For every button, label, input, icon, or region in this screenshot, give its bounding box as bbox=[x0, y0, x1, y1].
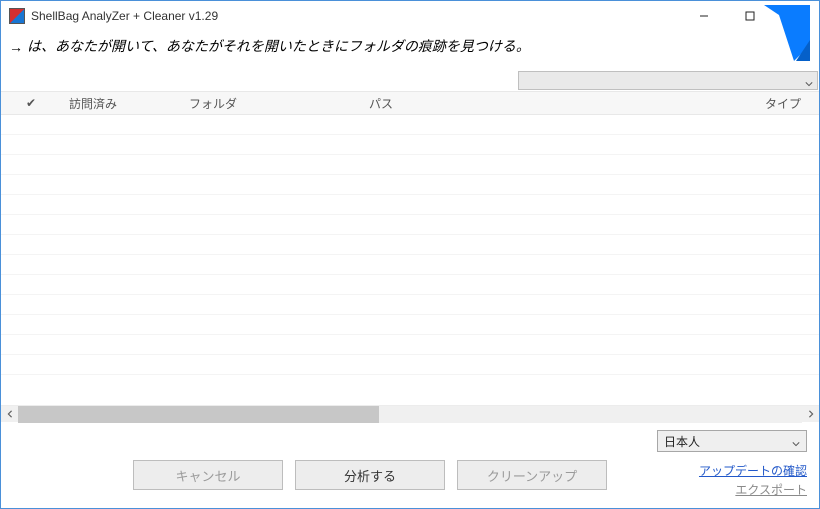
links: アップデートの確認 エクスポート bbox=[699, 460, 807, 498]
chevron-down-icon bbox=[805, 77, 813, 85]
corner-decoration bbox=[754, 5, 810, 61]
scroll-left-icon[interactable] bbox=[1, 406, 18, 423]
col-visited[interactable]: 訪問済み bbox=[61, 95, 181, 112]
scroll-track[interactable] bbox=[18, 406, 802, 423]
update-link[interactable]: アップデートの確認 bbox=[699, 462, 807, 479]
bottom-panel: 日本人 キャンセル 分析する クリーンアップ アップデートの確認 エクスポート bbox=[1, 422, 819, 508]
app-window: ShellBag AnalyZer + Cleaner v1.29 → は、あな… bbox=[0, 0, 820, 509]
table-row bbox=[1, 255, 819, 275]
description-text: は、あなたが開いて、あなたがそれを開いたときにフォルダの痕跡を見つける。 bbox=[27, 37, 754, 57]
app-icon bbox=[9, 8, 25, 24]
table-row bbox=[1, 235, 819, 255]
export-link[interactable]: エクスポート bbox=[699, 481, 807, 498]
table-body bbox=[1, 115, 819, 405]
language-row: 日本人 bbox=[13, 430, 807, 452]
minimize-button[interactable] bbox=[681, 1, 727, 31]
col-path[interactable]: パス bbox=[361, 95, 749, 112]
table-row bbox=[1, 295, 819, 315]
table-header: ✔ 訪問済み フォルダ パス タイプ bbox=[1, 91, 819, 115]
table-row bbox=[1, 115, 819, 135]
col-type[interactable]: タイプ bbox=[749, 95, 819, 112]
table-row bbox=[1, 355, 819, 375]
table-row bbox=[1, 335, 819, 355]
scroll-thumb[interactable] bbox=[18, 406, 379, 423]
table-row bbox=[1, 175, 819, 195]
table-row bbox=[1, 315, 819, 335]
table-row bbox=[1, 135, 819, 155]
filter-dropdown[interactable] bbox=[518, 71, 818, 90]
language-dropdown[interactable]: 日本人 bbox=[657, 430, 807, 452]
col-check[interactable]: ✔ bbox=[1, 96, 61, 110]
window-title: ShellBag AnalyZer + Cleaner v1.29 bbox=[31, 9, 218, 23]
analyze-button[interactable]: 分析する bbox=[295, 460, 445, 490]
col-folder[interactable]: フォルダ bbox=[181, 95, 361, 112]
cleanup-button[interactable]: クリーンアップ bbox=[457, 460, 607, 490]
table-row bbox=[1, 195, 819, 215]
table-row bbox=[1, 215, 819, 235]
table-row bbox=[1, 275, 819, 295]
chevron-down-icon bbox=[792, 437, 800, 445]
table-row bbox=[1, 155, 819, 175]
titlebar: ShellBag AnalyZer + Cleaner v1.29 bbox=[1, 1, 819, 31]
button-row: キャンセル 分析する クリーンアップ アップデートの確認 エクスポート bbox=[13, 460, 807, 498]
description-row: → は、あなたが開いて、あなたがそれを開いたときにフォルダの痕跡を見つける。 bbox=[1, 31, 819, 71]
arrow-icon: → bbox=[9, 39, 23, 55]
cancel-button[interactable]: キャンセル bbox=[133, 460, 283, 490]
scroll-right-icon[interactable] bbox=[802, 406, 819, 423]
filter-row bbox=[1, 71, 819, 91]
horizontal-scrollbar[interactable] bbox=[1, 405, 819, 422]
language-selected: 日本人 bbox=[664, 433, 700, 450]
